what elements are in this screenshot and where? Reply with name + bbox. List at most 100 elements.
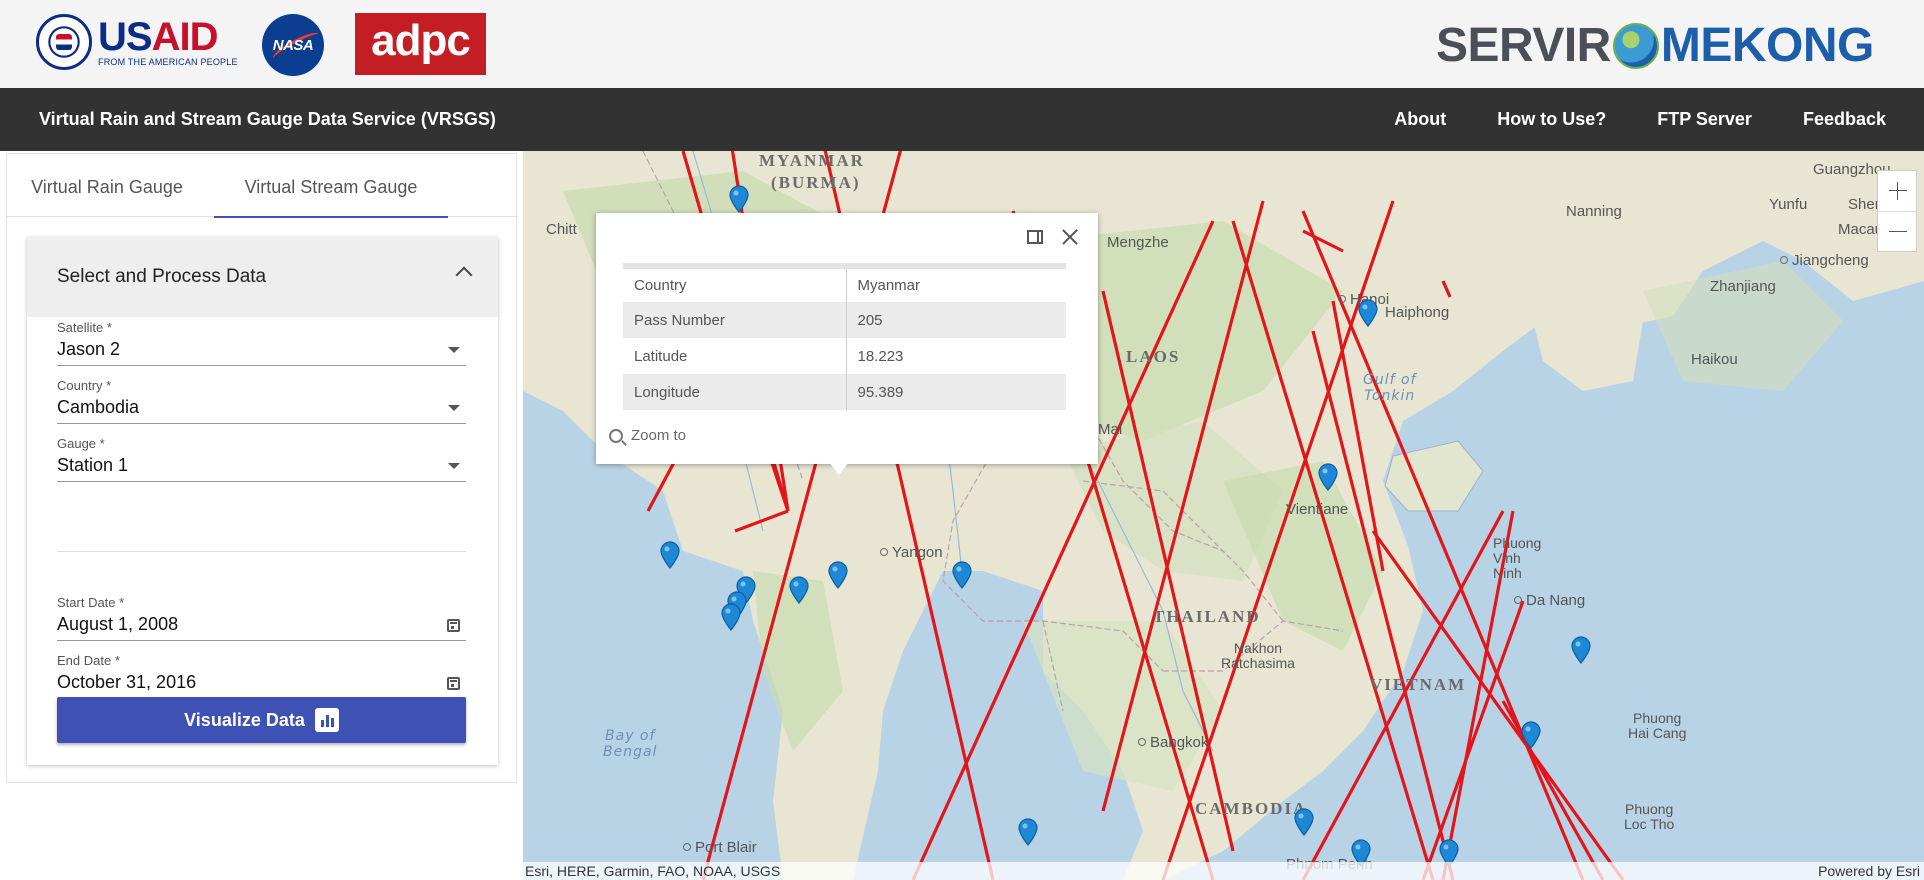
map-label-vientiane: Vientiane: [1286, 501, 1349, 518]
calendar-icon[interactable]: [447, 677, 460, 690]
popup-pointer: [829, 462, 849, 475]
nav-link-how-to-use[interactable]: How to Use?: [1497, 88, 1606, 151]
map-label-port-blair: Port Blair: [683, 839, 757, 856]
usaid-logo: USAID FROM THE AMERICAN PEOPLE: [36, 14, 238, 70]
gauge-pin[interactable]: [827, 561, 849, 589]
zoom-controls: [1877, 170, 1917, 252]
gauge-pin[interactable]: [1520, 721, 1542, 749]
close-icon[interactable]: [1060, 227, 1080, 247]
gauge-select[interactable]: Gauge * Station 1: [57, 436, 466, 482]
gauge-pin[interactable]: [728, 185, 750, 213]
chevron-down-icon[interactable]: [448, 405, 460, 411]
map-label-mengzhe: Mengzhe: [1107, 234, 1169, 251]
map-label-myanmar: MYANMAR: [759, 151, 865, 170]
map-label-chittagong: Chitt: [546, 221, 577, 238]
logo-header: USAID FROM THE AMERICAN PEOPLE NASA adpc…: [0, 0, 1924, 88]
chevron-down-icon[interactable]: [448, 347, 460, 353]
gauge-pin[interactable]: [1293, 808, 1315, 836]
nasa-logo: NASA: [262, 14, 324, 76]
field-label: Country *: [57, 378, 112, 393]
adpc-logo: adpc: [355, 13, 486, 75]
field-value: Jason 2: [57, 339, 121, 359]
field-label: End Date *: [57, 653, 120, 668]
usaid-seal-icon: [36, 14, 92, 70]
field-value: October 31, 2016: [57, 672, 197, 692]
bar-chart-icon: [314, 708, 339, 732]
field-value: Station 1: [57, 455, 129, 475]
map-label-haikou: Haikou: [1691, 351, 1738, 368]
gauge-pin[interactable]: [720, 603, 742, 631]
gauge-pin[interactable]: [659, 541, 681, 569]
country-select[interactable]: Country * Cambodia: [57, 378, 466, 424]
zoom-out-button[interactable]: [1878, 211, 1916, 251]
card-header[interactable]: Select and Process Data: [27, 237, 498, 317]
dock-icon[interactable]: [1027, 230, 1043, 244]
usaid-us-text: US: [98, 15, 153, 59]
table-row: Longitude 95.389: [623, 374, 1066, 410]
globe-icon: [1612, 22, 1659, 69]
map-label-gulf-of-tonkin: Gulf of Tonkin: [1363, 372, 1417, 404]
map-label-yangon: Yangon: [880, 544, 943, 561]
feature-popup: Country Myanmar Pass Number 205 Latitude 18…: [596, 213, 1098, 475]
map-label-phuong-vinh-ninh: Phuong Vinh Ninh: [1493, 535, 1542, 581]
control-panel: Virtual Rain Gauge Virtual Stream Gauge …: [6, 153, 518, 783]
gauge-pin[interactable]: [1017, 818, 1039, 846]
field-value: Cambodia: [57, 397, 140, 417]
usaid-aid-text: AID: [151, 15, 219, 59]
map-label-yunfu: Yunfu: [1769, 196, 1808, 213]
chevron-up-icon[interactable]: [455, 266, 473, 284]
table-row: Country Myanmar: [623, 266, 1066, 302]
field-label: Start Date *: [57, 595, 125, 610]
popup-attribute-table: Country Myanmar Pass Number 205 Latitude 18…: [623, 263, 1066, 410]
table-row: Latitude 18.223: [623, 338, 1066, 374]
start-date-field[interactable]: Start Date * August 1, 2008: [57, 595, 466, 641]
map-attribution: Esri, HERE, Garmin, FAO, NOAA, USGS Powe…: [523, 862, 1924, 880]
map-label-phuong-hai-cang: Phuong Hai Cang: [1628, 710, 1687, 741]
zoom-to-button[interactable]: Zoom to: [609, 427, 686, 444]
powered-by-esri[interactable]: Powered by Esri: [1818, 863, 1920, 879]
map-label-bangkok: Bangkok: [1138, 734, 1208, 751]
satellite-select[interactable]: Satellite * Jason 2: [57, 320, 466, 366]
gauge-pin[interactable]: [1317, 463, 1339, 491]
tab-virtual-rain-gauge[interactable]: Virtual Rain Gauge: [25, 154, 189, 217]
map-label-da-nang: Da Nang: [1514, 592, 1585, 609]
map-label-cambodia: CAMBODIA: [1195, 799, 1308, 818]
zoom-in-button[interactable]: [1878, 171, 1916, 211]
usaid-tagline: FROM THE AMERICAN PEOPLE: [98, 57, 238, 67]
map-label-mai: Mai: [1098, 421, 1123, 438]
attribution-text: Esri, HERE, Garmin, FAO, NOAA, USGS: [525, 863, 781, 879]
calendar-icon[interactable]: [447, 619, 460, 632]
map-label-vietnam: VIETNAM: [1370, 675, 1467, 694]
app-title: Virtual Rain and Stream Gauge Data Servi…: [39, 109, 496, 129]
map-label-jiangcheng: Jiangcheng: [1780, 252, 1869, 269]
tab-bar: Virtual Rain Gauge Virtual Stream Gauge: [7, 154, 518, 218]
servir-mekong-logo: SERVIR MEKONG: [1436, 19, 1874, 72]
map-label-nanning: Nanning: [1566, 203, 1622, 220]
top-navbar: Virtual Rain and Stream Gauge Data Servi…: [0, 88, 1924, 151]
table-row: Pass Number 205: [623, 302, 1066, 338]
end-date-field[interactable]: End Date * October 31, 2016: [57, 653, 466, 699]
map-label-bay-of-bengal: Bay of Bengal: [603, 728, 658, 760]
gauge-pin[interactable]: [1357, 299, 1379, 327]
chevron-down-icon[interactable]: [448, 463, 460, 469]
nav-link-feedback[interactable]: Feedback: [1803, 88, 1886, 151]
map-label-thailand: THAILAND: [1153, 607, 1261, 626]
gauge-pin[interactable]: [788, 576, 810, 604]
map-label-nakhon-ratchasima: Nakhon Ratchasima: [1221, 640, 1295, 671]
gauge-pin[interactable]: [951, 561, 973, 589]
zoom-magnifier-icon: [609, 428, 623, 443]
map-label-zhanjiang: Zhanjiang: [1710, 278, 1776, 295]
tab-virtual-stream-gauge[interactable]: Virtual Stream Gauge: [214, 154, 448, 218]
map-label-haiphong: Haiphong: [1385, 304, 1450, 321]
field-value: August 1, 2008: [57, 614, 179, 634]
map-label-laos: LAOS: [1126, 347, 1181, 366]
nav-links: About How to Use? FTP Server Feedback: [1343, 88, 1886, 151]
map-label-burma: (BURMA): [771, 173, 861, 192]
field-label: Satellite *: [57, 320, 112, 335]
nav-link-about[interactable]: About: [1394, 88, 1446, 151]
visualize-data-button[interactable]: Visualize Data: [57, 697, 466, 743]
card-title: Select and Process Data: [57, 266, 267, 287]
nav-link-ftp-server[interactable]: FTP Server: [1657, 88, 1752, 151]
field-label: Gauge *: [57, 436, 105, 451]
gauge-pin[interactable]: [1570, 636, 1592, 664]
